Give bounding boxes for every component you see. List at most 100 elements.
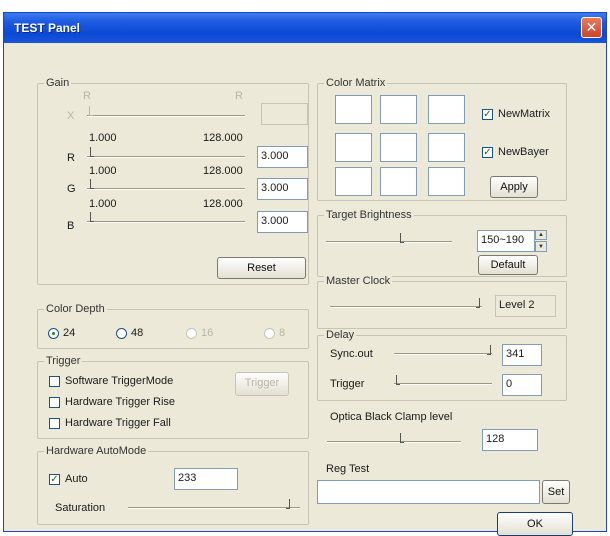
gain-b-channel: B <box>67 220 75 232</box>
gain-r-slider-thumb[interactable] <box>90 147 94 157</box>
optical-black-value[interactable]: 128 <box>482 429 538 451</box>
syncout-slider-thumb[interactable] <box>487 345 491 355</box>
spin-up-icon: ▲ <box>538 232 544 238</box>
matrix-cell-3[interactable] <box>428 95 465 124</box>
auto-value-input[interactable]: 233 <box>174 468 238 490</box>
gain-b-slider[interactable] <box>87 221 245 223</box>
matrix-cell-8[interactable] <box>380 167 417 196</box>
matrix-cell-2[interactable] <box>380 95 417 124</box>
optical-black-slider[interactable] <box>327 441 461 443</box>
hardware-trigger-fall-checkbox[interactable] <box>49 418 60 429</box>
auto-label: Auto <box>65 473 88 485</box>
gain-label: Gain <box>44 77 72 89</box>
reset-button[interactable]: Reset <box>217 257 306 279</box>
master-clock-value[interactable]: Level 2 <box>495 295 556 317</box>
gain-b-min: 1.000 <box>89 198 117 210</box>
saturation-label: Saturation <box>55 502 106 514</box>
gain-x-value[interactable] <box>261 103 308 125</box>
delay-trigger-label: Trigger <box>330 378 365 390</box>
new-bayer-label: NewBayer <box>498 146 549 158</box>
matrix-cell-7[interactable] <box>335 167 372 196</box>
check-icon: ✓ <box>483 147 492 158</box>
matrix-cell-4[interactable] <box>335 133 372 162</box>
check-icon: ✓ <box>50 474 59 485</box>
software-trigger-label: Software TriggerMode <box>65 375 174 387</box>
gain-r-channel: R <box>67 152 75 164</box>
gain-r-value[interactable]: 3.000 <box>257 146 308 168</box>
matrix-cell-9[interactable] <box>428 167 465 196</box>
trigger-button[interactable]: Trigger <box>235 372 289 396</box>
hardware-trigger-rise-checkbox[interactable] <box>49 397 60 408</box>
new-matrix-checkbox[interactable]: ✓ <box>482 109 493 120</box>
brightness-spin-down[interactable]: ▼ <box>535 241 547 252</box>
brightness-spin-up[interactable]: ▲ <box>535 230 547 240</box>
depth-radio-16[interactable] <box>186 328 197 339</box>
gain-x-min: R <box>83 90 91 102</box>
check-icon: ✓ <box>483 109 492 120</box>
target-brightness-label: Target Brightness <box>324 209 414 221</box>
gain-g-min: 1.000 <box>89 165 117 177</box>
new-bayer-checkbox[interactable]: ✓ <box>482 147 493 158</box>
hardware-automode-group: Hardware AutoMode ✓ Auto 233 Saturation <box>37 445 309 525</box>
close-icon: ✕ <box>585 19 598 35</box>
syncout-value[interactable]: 341 <box>502 344 542 366</box>
reg-test-input[interactable] <box>317 480 540 504</box>
saturation-slider-thumb[interactable] <box>286 499 290 509</box>
dialog-client: Gain R R X 1.000 128.000 R 3.000 1.000 1… <box>4 43 606 536</box>
color-matrix-group: Color Matrix ✓ NewMatrix ✓ NewBayer Appl… <box>317 77 567 201</box>
gain-x-max: R <box>235 90 243 102</box>
delay-label: Delay <box>324 329 357 341</box>
depth-radio-8[interactable] <box>264 328 275 339</box>
brightness-value[interactable]: 150~190 <box>477 230 535 252</box>
new-matrix-label: NewMatrix <box>498 108 550 120</box>
gain-r-slider[interactable] <box>87 156 245 158</box>
delay-trigger-slider[interactable] <box>394 383 492 385</box>
gain-g-max: 128.000 <box>203 165 243 177</box>
apply-button[interactable]: Apply <box>490 176 538 198</box>
gain-b-value[interactable]: 3.000 <box>257 211 308 233</box>
saturation-slider[interactable] <box>128 507 300 509</box>
trigger-label: Trigger <box>44 355 83 367</box>
auto-checkbox[interactable]: ✓ <box>49 474 60 485</box>
optical-black-slider-thumb[interactable] <box>400 433 404 443</box>
gain-g-slider[interactable] <box>87 188 245 190</box>
syncout-slider[interactable] <box>394 353 492 355</box>
matrix-cell-1[interactable] <box>335 95 372 124</box>
gain-b-slider-thumb[interactable] <box>90 212 94 222</box>
color-depth-label: Color Depth <box>44 303 107 315</box>
gain-x-channel: X <box>67 110 75 122</box>
syncout-label: Sync.out <box>330 348 373 360</box>
set-button[interactable]: Set <box>542 480 570 504</box>
matrix-cell-6[interactable] <box>428 133 465 162</box>
gain-g-value[interactable]: 3.000 <box>257 178 308 200</box>
master-clock-slider[interactable] <box>330 306 482 308</box>
gain-x-slider[interactable] <box>87 115 245 117</box>
ok-button[interactable]: OK <box>497 512 573 536</box>
gain-g-channel: G <box>67 183 76 195</box>
depth-label-48: 48 <box>131 327 144 339</box>
matrix-cell-5[interactable] <box>380 133 417 162</box>
color-depth-group: Color Depth 24 48 16 8 <box>37 303 309 349</box>
hardware-trigger-fall-label: Hardware Trigger Fall <box>65 417 171 429</box>
default-button[interactable]: Default <box>478 255 538 275</box>
delay-trigger-value[interactable]: 0 <box>502 374 542 396</box>
gain-x-slider-thumb[interactable] <box>89 106 93 116</box>
window-title: TEST Panel <box>14 21 81 35</box>
gain-b-max: 128.000 <box>203 198 243 210</box>
brightness-slider-thumb[interactable] <box>400 233 404 243</box>
brightness-slider[interactable] <box>326 241 452 243</box>
target-brightness-group: Target Brightness 150~190 ▲ ▼ Default <box>317 209 567 277</box>
software-trigger-checkbox[interactable] <box>49 376 60 387</box>
master-clock-group: Master Clock Level 2 <box>317 275 567 329</box>
depth-radio-48[interactable] <box>116 328 127 339</box>
master-clock-label: Master Clock <box>324 275 393 287</box>
trigger-group: Trigger Software TriggerMode Hardware Tr… <box>37 355 309 439</box>
master-clock-slider-thumb[interactable] <box>476 298 480 308</box>
depth-label-24: 24 <box>63 327 76 339</box>
gain-g-slider-thumb[interactable] <box>90 179 94 189</box>
close-button[interactable]: ✕ <box>581 17 602 38</box>
depth-radio-24[interactable] <box>48 328 59 339</box>
test-panel-window: TEST Panel ✕ Gain R R X 1.000 128.000 R … <box>3 12 607 536</box>
title-bar[interactable]: TEST Panel ✕ <box>4 13 606 43</box>
delay-trigger-slider-thumb[interactable] <box>396 375 400 385</box>
